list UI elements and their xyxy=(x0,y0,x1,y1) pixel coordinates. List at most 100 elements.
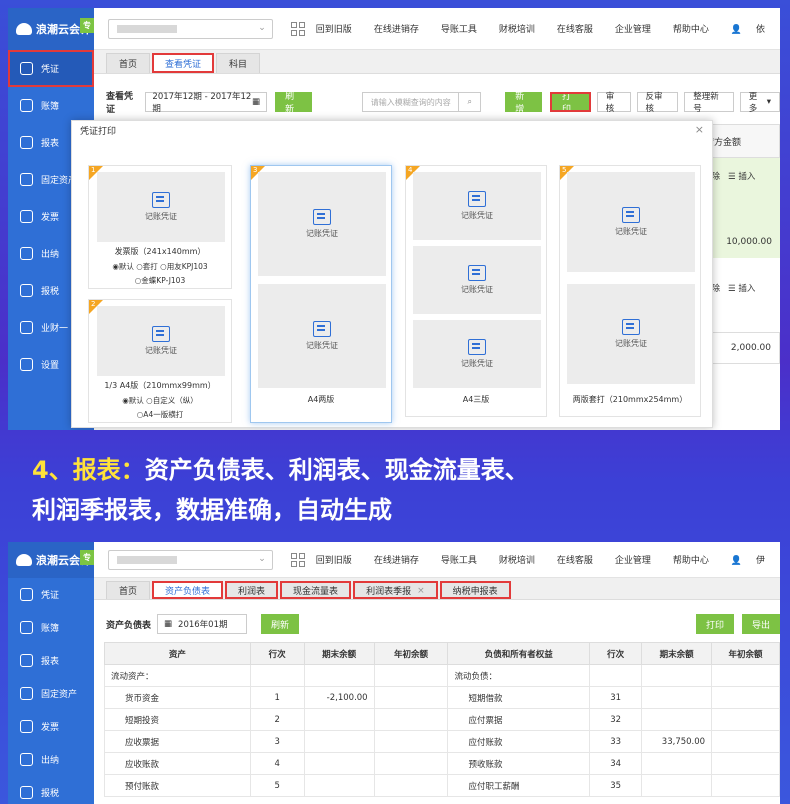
column-header: 资产 xyxy=(104,642,251,665)
tab-accounts[interactable]: 科目 xyxy=(216,53,261,73)
export-button[interactable]: 导出 xyxy=(741,614,780,634)
top-menu-item[interactable]: 导账工具 xyxy=(430,553,488,566)
add-button[interactable]: 新增 xyxy=(505,92,542,115)
voucher-preview-label: 记账凭证 xyxy=(461,285,493,294)
top-menu-item[interactable]: 财税培训 xyxy=(488,553,546,566)
card-caption: 发票版（241x140mm） xyxy=(114,247,206,256)
print-button[interactable]: 打印 xyxy=(550,92,591,115)
top-menu-item[interactable]: 企业管理 xyxy=(604,553,662,566)
user-menu[interactable]: 👤 伊 xyxy=(720,553,780,566)
tab-home[interactable]: 首页 xyxy=(106,53,151,73)
print-option-card-2[interactable]: 2 记账凭证 1/3 A4版（210mmx99mm） ◉默认 ○自定义（纵） ○… xyxy=(88,299,232,423)
balance-sheet-table: 资产 行次 期末余额 年初余额 负债和所有者权益 行次 期末余额 年初余额 流动资产： 流动负债… xyxy=(104,642,780,797)
sidebar-item[interactable]: 账簿 xyxy=(8,611,94,644)
user-menu[interactable]: 👤 依 xyxy=(720,22,780,35)
period-picker[interactable]: ▦ 2016年01期 xyxy=(157,614,248,634)
format-radio-option[interactable]: ○金蝶KP-J103 xyxy=(89,275,231,286)
company-select[interactable]: ⌄ xyxy=(108,18,273,39)
table-row: 短期投资 2 应付票据 32 xyxy=(104,708,780,731)
unaudit-button[interactable]: 反审核 xyxy=(636,92,679,114)
print-button[interactable]: 打印 xyxy=(695,614,734,634)
tab-cash-flow[interactable]: 现金流量表 xyxy=(280,581,352,599)
tab-balance-sheet[interactable]: 资产负债表 xyxy=(152,581,224,599)
top-menu-item[interactable]: 帮助中心 xyxy=(662,553,720,566)
top-menu-item[interactable]: 在线客服 xyxy=(546,553,604,566)
table-cell: 32 xyxy=(589,708,643,731)
sidebar-item[interactable]: 报税 xyxy=(8,776,94,804)
voucher-preview: 记账凭证 xyxy=(413,320,541,388)
voucher-preview: 记账凭证 xyxy=(413,172,541,240)
insert-label: 插入 xyxy=(738,172,756,182)
more-button[interactable]: 更多 ▾ xyxy=(739,92,780,114)
sidebar-item[interactable]: 发票 xyxy=(8,710,94,743)
sidebar-item-label: 账簿 xyxy=(41,624,60,634)
close-icon[interactable]: × xyxy=(695,123,704,136)
renumber-button[interactable]: 整理新号 xyxy=(684,92,734,114)
tab-tax-return[interactable]: 纳税申报表 xyxy=(439,581,511,599)
card-number: 5 xyxy=(562,166,567,174)
card-caption: A4三版 xyxy=(462,395,490,404)
top-menu-item[interactable]: 导账工具 xyxy=(430,22,488,35)
table-cell xyxy=(373,730,449,753)
tab-home[interactable]: 首页 xyxy=(106,581,151,599)
top-menu-item[interactable]: 在线客服 xyxy=(546,22,604,35)
sidebar-item[interactable]: 账簿 xyxy=(8,87,94,124)
insert-link[interactable]: ☰ 插入 xyxy=(728,282,755,294)
close-icon[interactable]: × xyxy=(417,586,425,596)
format-radio-group[interactable]: ◉默认 ○套打 ○用友KPJ103 xyxy=(89,261,231,272)
table-cell: 短期借款 xyxy=(447,686,591,709)
card-caption: 两版套打（210mmx254mm） xyxy=(572,395,688,404)
tab-quarterly-income[interactable]: 利润表季报 × xyxy=(353,581,438,599)
period-range-picker[interactable]: 2017年12期 - 2017年12期 ▦ xyxy=(145,92,268,114)
table-cell xyxy=(373,708,449,731)
table-cell xyxy=(641,774,713,797)
sidebar-item[interactable]: 凭证 xyxy=(8,50,94,87)
table-cell xyxy=(249,664,305,687)
audit-button[interactable]: 审核 xyxy=(596,92,631,114)
sidebar-item[interactable]: 固定资产 xyxy=(8,677,94,710)
column-header: 行次 xyxy=(249,642,305,665)
top-menu-item[interactable]: 帮助中心 xyxy=(662,22,720,35)
logo-tag: 专 xyxy=(80,18,94,33)
company-select[interactable]: ⌄ xyxy=(108,549,273,570)
table-cell: 应付账款 xyxy=(447,730,591,753)
chevron-down-icon: ⌄ xyxy=(258,553,266,564)
top-menu-item[interactable]: 回到旧版 xyxy=(305,553,363,566)
format-radio-group[interactable]: ◉默认 ○自定义（纵） xyxy=(89,395,231,406)
sidebar-item[interactable]: 凭证 xyxy=(8,578,94,611)
refresh-button[interactable]: 刷新 xyxy=(261,614,300,634)
sidebar-item-label: 固定资产 xyxy=(41,690,78,700)
table-cell xyxy=(711,752,780,775)
top-menu-item[interactable]: 财税培训 xyxy=(488,22,546,35)
top-menu-item[interactable]: 在线进销存 xyxy=(363,553,430,566)
search-icon[interactable]: ⌕ xyxy=(458,93,480,111)
card-number: 3 xyxy=(253,166,258,174)
print-option-card-4[interactable]: 4 记账凭证 记账凭证 记账凭证 A4三版 xyxy=(405,165,547,417)
tab-view-voucher[interactable]: 查看凭证 xyxy=(152,53,215,73)
voucher-edit-icon xyxy=(152,192,170,208)
table-cell: 33 xyxy=(589,730,643,753)
sidebar-item[interactable]: 出纳 xyxy=(8,743,94,776)
tab-income-statement[interactable]: 利润表 xyxy=(225,581,279,599)
search-input[interactable]: 请输入模糊查询的内容 ⌕ xyxy=(361,92,482,112)
table-cell xyxy=(303,708,375,731)
table-cell: 1 xyxy=(249,686,305,709)
table-cell: 应付职工薪酬 xyxy=(447,774,591,797)
apps-grid-icon[interactable] xyxy=(290,552,305,567)
table-cell: -2,100.00 xyxy=(303,686,375,709)
table-cell xyxy=(711,708,780,731)
insert-link[interactable]: ☰ 插入 xyxy=(728,170,755,182)
print-option-card-5[interactable]: 5 记账凭证 记账凭证 两版套打（210mmx254mm） xyxy=(559,165,701,417)
table-cell xyxy=(711,730,780,753)
print-option-card-1[interactable]: 1 记账凭证 发票版（241x140mm） ◉默认 ○套打 ○用友KPJ103 … xyxy=(88,165,232,289)
top-menu-item[interactable]: 企业管理 xyxy=(604,22,662,35)
refresh-button[interactable]: 刷新 xyxy=(275,92,312,115)
print-option-card-3[interactable]: 3 记账凭证 记账凭证 A4两版 xyxy=(250,165,392,423)
top-menu-item[interactable]: 回到旧版 xyxy=(305,22,363,35)
top-menu-item[interactable]: 在线进销存 xyxy=(363,22,430,35)
user-name: 伊 xyxy=(755,556,765,566)
table-row: 应收票据 3 应付账款 33 33,750.00 xyxy=(104,730,780,753)
apps-grid-icon[interactable] xyxy=(290,21,305,36)
format-radio-option[interactable]: ○A4一版横打 xyxy=(89,409,231,420)
sidebar-item[interactable]: 报表 xyxy=(8,644,94,677)
